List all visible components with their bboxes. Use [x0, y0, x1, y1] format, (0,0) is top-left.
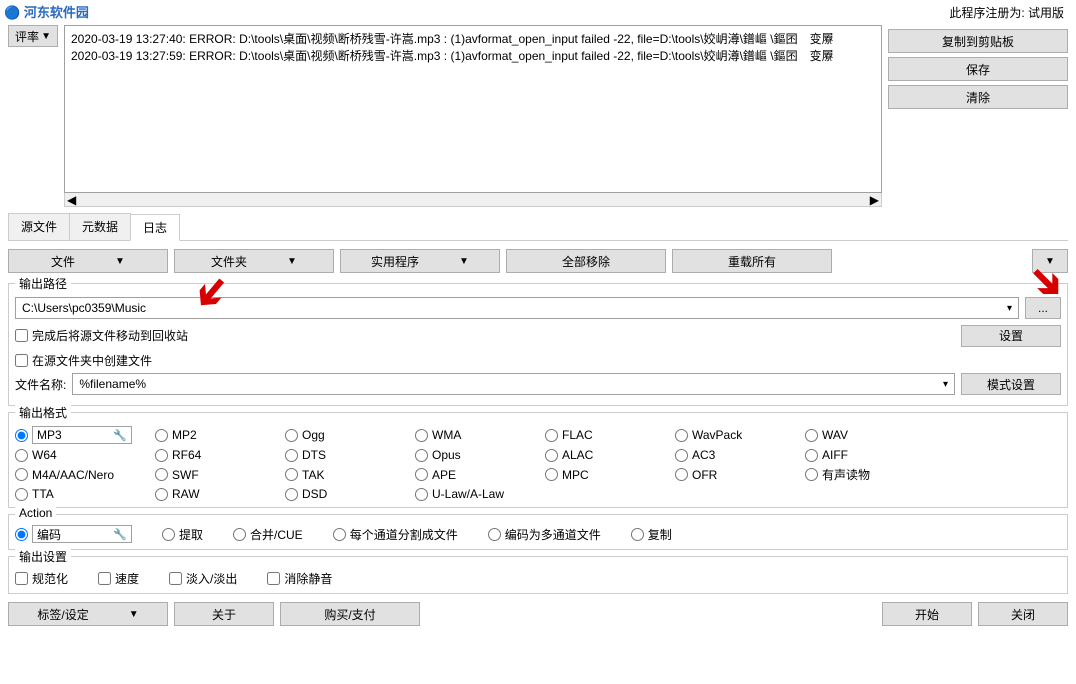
tab-metadata[interactable]: 元数据 — [69, 213, 131, 240]
speed-checkbox[interactable] — [98, 572, 111, 585]
format-raw-radio[interactable] — [155, 488, 168, 501]
action-label: Action — [15, 506, 56, 520]
remove-silence-checkbox[interactable] — [267, 572, 280, 585]
format-audiobook-radio[interactable] — [805, 468, 818, 481]
start-button[interactable]: 开始 — [882, 602, 972, 626]
format-aiff-radio[interactable] — [805, 449, 818, 462]
move-to-recycle-label: 完成后将源文件移动到回收站 — [32, 327, 188, 344]
fade-checkbox[interactable] — [169, 572, 182, 585]
action-merge-radio[interactable] — [233, 528, 246, 541]
reload-all-button[interactable]: 重载所有 — [672, 249, 832, 273]
log-textarea[interactable]: 2020-03-19 13:27:40: ERROR: D:\tools\桌面\… — [64, 25, 882, 193]
close-button[interactable]: 关闭 — [978, 602, 1068, 626]
format-wav-radio[interactable] — [805, 429, 818, 442]
settings-button[interactable]: 设置 — [961, 325, 1061, 347]
format-dsd-radio[interactable] — [285, 488, 298, 501]
copy-to-clipboard-button[interactable]: 复制到剪贴板 — [888, 29, 1068, 53]
format-rf64-radio[interactable] — [155, 449, 168, 462]
save-button[interactable]: 保存 — [888, 57, 1068, 81]
filename-label: 文件名称: — [15, 376, 66, 393]
format-tak-radio[interactable] — [285, 468, 298, 481]
format-mp3-radio[interactable] — [15, 429, 28, 442]
folder-dropdown[interactable]: 文件夹▼ — [174, 249, 334, 273]
action-multichannel-radio[interactable] — [488, 528, 501, 541]
action-encode-config[interactable]: 编码🔧 — [32, 525, 132, 543]
format-alac-radio[interactable] — [545, 449, 558, 462]
output-settings-label: 输出设置 — [15, 548, 71, 565]
logo: 🔵 河东软件园 — [4, 2, 89, 21]
output-path-input[interactable]: C:\Users\pc0359\Music▾ — [15, 297, 1019, 319]
action-copy-radio[interactable] — [631, 528, 644, 541]
format-wma-radio[interactable] — [415, 429, 428, 442]
action-encode-radio[interactable] — [15, 528, 28, 541]
format-mp2-radio[interactable] — [155, 429, 168, 442]
tab-log[interactable]: 日志 — [130, 214, 180, 241]
format-m4a-radio[interactable] — [15, 468, 28, 481]
about-button[interactable]: 关于 — [174, 602, 274, 626]
format-flac-radio[interactable] — [545, 429, 558, 442]
format-ac3-radio[interactable] — [675, 449, 688, 462]
format-ape-radio[interactable] — [415, 468, 428, 481]
remove-all-button[interactable]: 全部移除 — [506, 249, 666, 273]
move-to-recycle-checkbox[interactable] — [15, 329, 28, 342]
tab-source-files[interactable]: 源文件 — [8, 213, 70, 240]
format-mpc-radio[interactable] — [545, 468, 558, 481]
registration-status: 此程序注册为: 试用版 — [8, 4, 1068, 21]
format-ofr-radio[interactable] — [675, 468, 688, 481]
format-dts-radio[interactable] — [285, 449, 298, 462]
format-ulaw-radio[interactable] — [415, 488, 428, 501]
file-dropdown[interactable]: 文件▼ — [8, 249, 168, 273]
output-path-label: 输出路径 — [15, 275, 71, 292]
tag-settings-dropdown[interactable]: 标签/设定▼ — [8, 602, 168, 626]
format-mp3-config[interactable]: MP3🔧 — [32, 426, 132, 444]
format-w64-radio[interactable] — [15, 449, 28, 462]
create-in-source-label: 在源文件夹中创建文件 — [32, 352, 152, 369]
format-swf-radio[interactable] — [155, 468, 168, 481]
format-opus-radio[interactable] — [415, 449, 428, 462]
format-ogg-radio[interactable] — [285, 429, 298, 442]
filename-pattern-input[interactable]: %filename%▾ — [72, 373, 955, 395]
horizontal-scrollbar[interactable]: ◀▶ — [64, 193, 882, 207]
action-extract-radio[interactable] — [162, 528, 175, 541]
action-split-radio[interactable] — [333, 528, 346, 541]
format-wavpack-radio[interactable] — [675, 429, 688, 442]
output-format-label: 输出格式 — [15, 404, 71, 421]
clear-button[interactable]: 清除 — [888, 85, 1068, 109]
pattern-settings-button[interactable]: 模式设置 — [961, 373, 1061, 395]
format-tta-radio[interactable] — [15, 488, 28, 501]
utilities-dropdown[interactable]: 实用程序▼ — [340, 249, 500, 273]
purchase-button[interactable]: 购买/支付 — [280, 602, 420, 626]
create-in-source-checkbox[interactable] — [15, 354, 28, 367]
filter-dropdown-small[interactable]: 评率▼ — [8, 25, 58, 47]
normalize-checkbox[interactable] — [15, 572, 28, 585]
